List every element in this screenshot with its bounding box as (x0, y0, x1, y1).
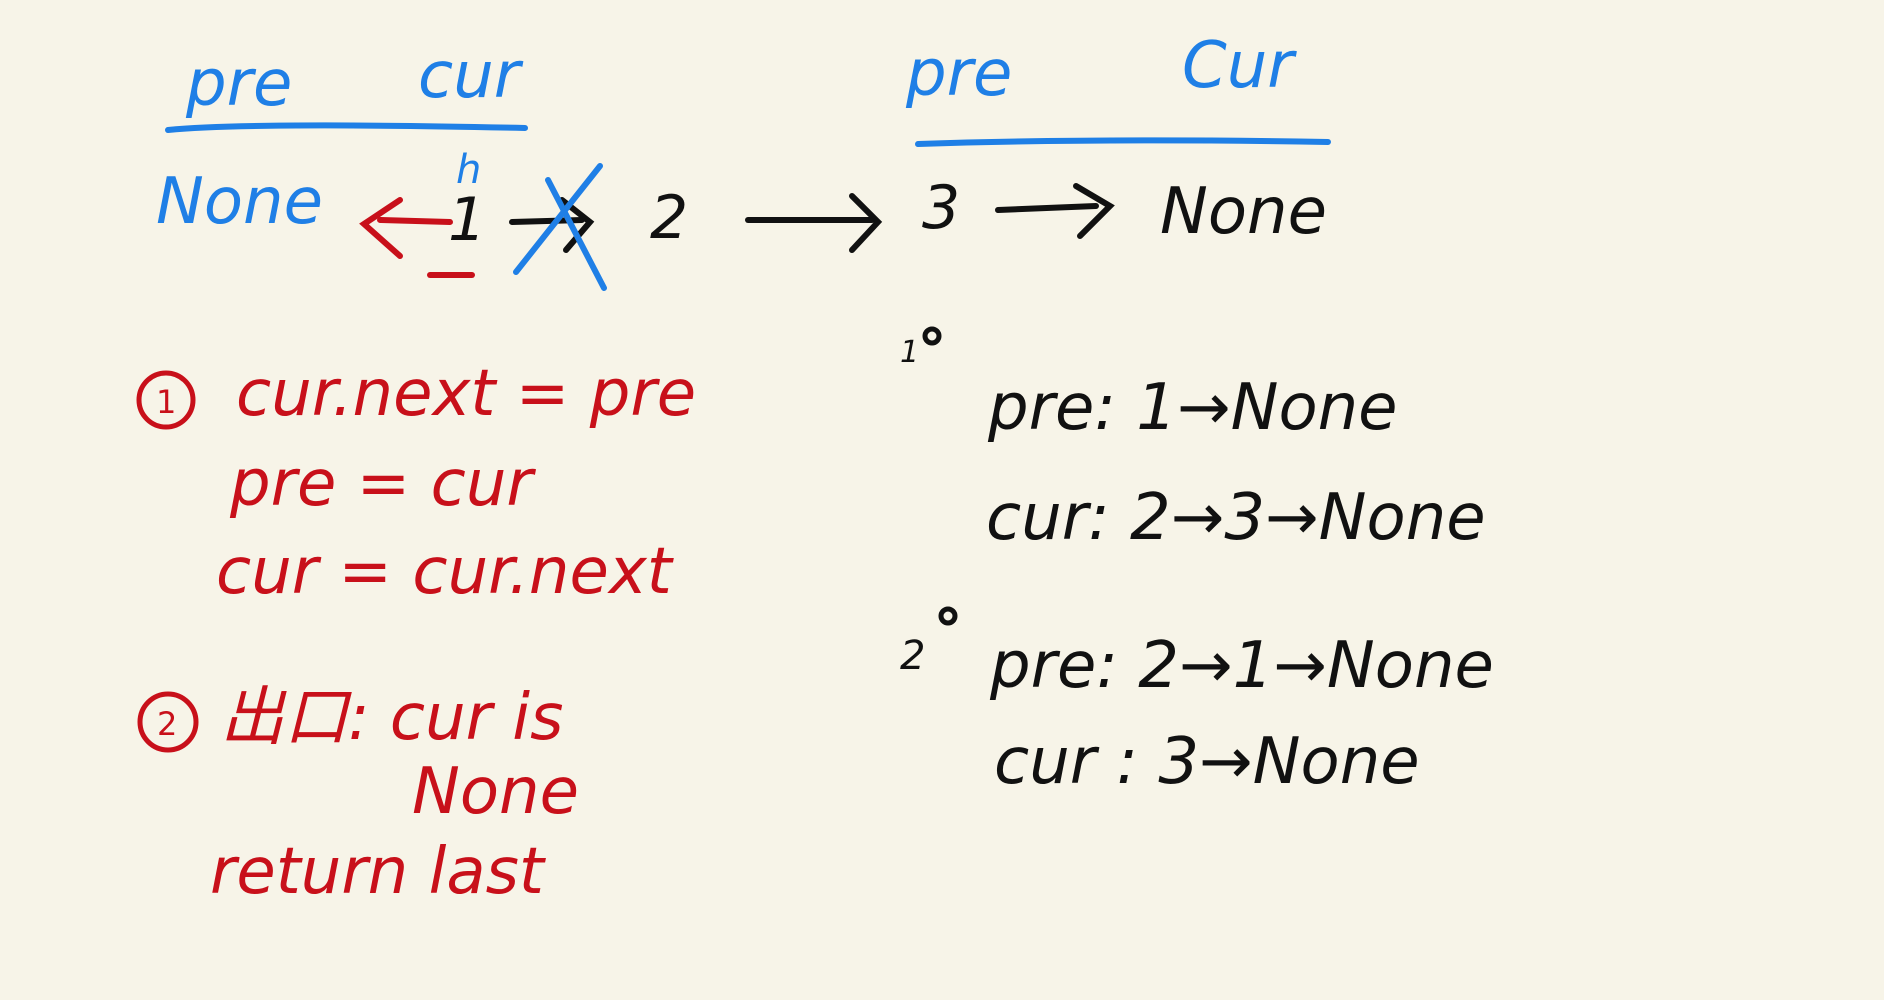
svg-text:2: 2 (157, 705, 177, 743)
iteration2-marker: 2 (900, 633, 926, 679)
arrow-3-to-none (995, 183, 1115, 239)
step1-line2: pre = cur (230, 447, 533, 521)
svg-text:1: 1 (156, 383, 176, 421)
iteration2-pre: pre: 2→1→None (990, 629, 1494, 703)
list-node-1: 1 (448, 185, 487, 255)
step2-line1: 出口: cur is (220, 681, 564, 755)
iteration2-cur: cur : 3→None (994, 725, 1420, 799)
step1-line1: cur.next = pre (236, 357, 697, 431)
list-tail-none: None (1160, 175, 1327, 249)
step2-line2: None (412, 755, 579, 829)
whiteboard: 1 2 pre cur h None pre Cur 1 2 3 None cu… (0, 0, 1884, 1000)
arrow-2-to-3 (745, 193, 883, 253)
iteration1-pre: pre: 1→None (988, 371, 1398, 445)
label-none-left: None (156, 165, 323, 239)
label-pre-left: pre (186, 47, 293, 121)
left-header-underline (165, 122, 528, 133)
right-header-underline (915, 137, 1331, 147)
reverse-arrow (359, 197, 453, 259)
iteration1-marker: 1 (900, 335, 920, 370)
label-cur-right: Cur (1182, 29, 1294, 103)
cross-out-mark (513, 163, 607, 291)
list-node-3: 3 (922, 173, 961, 243)
list-node-2: 2 (650, 183, 689, 253)
iteration2-degree-mark (938, 606, 958, 626)
label-head-h: h (456, 147, 482, 193)
iteration1-degree-mark (922, 326, 942, 346)
label-cur-left: cur (418, 39, 521, 113)
step2-line3: return last (210, 835, 544, 909)
iteration1-cur: cur: 2→3→None (986, 481, 1486, 555)
step1-line3: cur = cur.next (216, 535, 672, 609)
label-pre-right: pre (906, 37, 1013, 111)
